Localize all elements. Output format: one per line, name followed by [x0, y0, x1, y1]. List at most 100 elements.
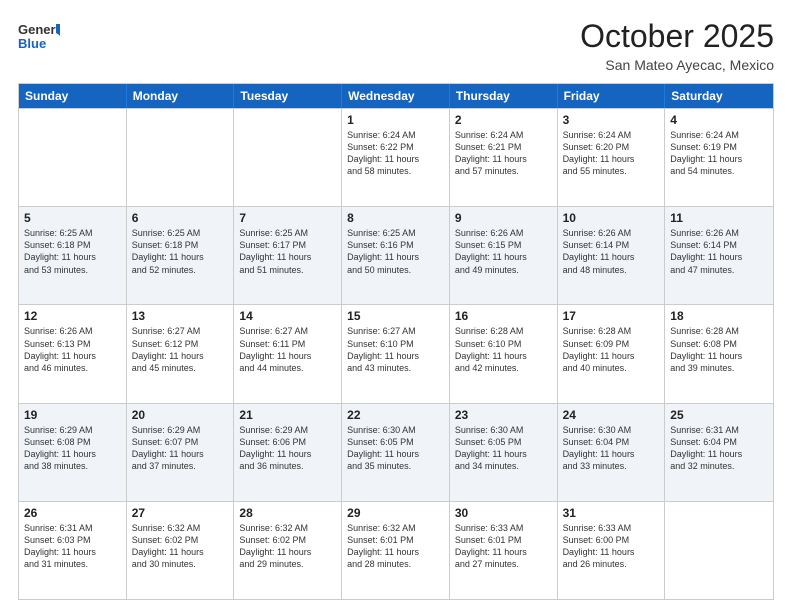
cell-info: Sunrise: 6:25 AM Sunset: 6:18 PM Dayligh…: [24, 227, 121, 276]
day-number: 25: [670, 408, 768, 422]
calendar-cell: 7 Sunrise: 6:25 AM Sunset: 6:17 PM Daylig…: [234, 207, 342, 304]
cell-info: Sunrise: 6:28 AM Sunset: 6:09 PM Dayligh…: [563, 325, 660, 374]
calendar-cell: 31 Sunrise: 6:33 AM Sunset: 6:00 PM Dayli…: [558, 502, 666, 599]
day-number: 17: [563, 309, 660, 323]
cell-info: Sunrise: 6:31 AM Sunset: 6:03 PM Dayligh…: [24, 522, 121, 571]
logo: General Blue: [18, 18, 60, 54]
calendar-cell: 17 Sunrise: 6:28 AM Sunset: 6:09 PM Dayli…: [558, 305, 666, 402]
cell-info: Sunrise: 6:31 AM Sunset: 6:04 PM Dayligh…: [670, 424, 768, 473]
cell-info: Sunrise: 6:30 AM Sunset: 6:05 PM Dayligh…: [455, 424, 552, 473]
calendar-body: 1 Sunrise: 6:24 AM Sunset: 6:22 PM Daylig…: [19, 108, 773, 599]
day-number: 12: [24, 309, 121, 323]
cell-info: Sunrise: 6:25 AM Sunset: 6:17 PM Dayligh…: [239, 227, 336, 276]
calendar-cell: 9 Sunrise: 6:26 AM Sunset: 6:15 PM Daylig…: [450, 207, 558, 304]
calendar: SundayMondayTuesdayWednesdayThursdayFrid…: [18, 83, 774, 600]
cell-info: Sunrise: 6:26 AM Sunset: 6:13 PM Dayligh…: [24, 325, 121, 374]
calendar-cell: 8 Sunrise: 6:25 AM Sunset: 6:16 PM Daylig…: [342, 207, 450, 304]
cell-info: Sunrise: 6:24 AM Sunset: 6:22 PM Dayligh…: [347, 129, 444, 178]
calendar-cell: 18 Sunrise: 6:28 AM Sunset: 6:08 PM Dayli…: [665, 305, 773, 402]
day-number: 6: [132, 211, 229, 225]
calendar-header-sunday: Sunday: [19, 84, 127, 108]
calendar-cell: 2Sunrise: 6:24 AM Sunset: 6:21 PM Daylig…: [450, 109, 558, 206]
page: General Blue October 2025 San Mateo Ayec…: [0, 0, 792, 612]
day-number: 15: [347, 309, 444, 323]
calendar-row-3: 12 Sunrise: 6:26 AM Sunset: 6:13 PM Dayli…: [19, 304, 773, 402]
logo-svg: General Blue: [18, 18, 60, 54]
day-number: 5: [24, 211, 121, 225]
header: General Blue October 2025 San Mateo Ayec…: [18, 18, 774, 73]
day-number: 13: [132, 309, 229, 323]
day-number: 24: [563, 408, 660, 422]
cell-info: Sunrise: 6:24 AM Sunset: 6:19 PM Dayligh…: [670, 129, 768, 178]
calendar-cell: 22 Sunrise: 6:30 AM Sunset: 6:05 PM Dayli…: [342, 404, 450, 501]
day-number: 27: [132, 506, 229, 520]
calendar-cell: 13Sunrise: 6:27 AM Sunset: 6:12 PM Dayli…: [127, 305, 235, 402]
day-number: 8: [347, 211, 444, 225]
day-number: 9: [455, 211, 552, 225]
day-number: 16: [455, 309, 552, 323]
cell-info: Sunrise: 6:32 AM Sunset: 6:02 PM Dayligh…: [239, 522, 336, 571]
cell-info: Sunrise: 6:25 AM Sunset: 6:16 PM Dayligh…: [347, 227, 444, 276]
day-number: 10: [563, 211, 660, 225]
day-number: 1: [347, 113, 444, 127]
calendar-row-1: 1 Sunrise: 6:24 AM Sunset: 6:22 PM Daylig…: [19, 108, 773, 206]
calendar-cell: [234, 109, 342, 206]
calendar-header-wednesday: Wednesday: [342, 84, 450, 108]
calendar-cell: 21 Sunrise: 6:29 AM Sunset: 6:06 PM Dayli…: [234, 404, 342, 501]
cell-info: Sunrise: 6:29 AM Sunset: 6:08 PM Dayligh…: [24, 424, 121, 473]
day-number: 31: [563, 506, 660, 520]
calendar-header-saturday: Saturday: [665, 84, 773, 108]
calendar-header-friday: Friday: [558, 84, 666, 108]
cell-info: Sunrise: 6:33 AM Sunset: 6:01 PM Dayligh…: [455, 522, 552, 571]
month-title: October 2025: [580, 18, 774, 55]
calendar-cell: 24 Sunrise: 6:30 AM Sunset: 6:04 PM Dayli…: [558, 404, 666, 501]
cell-info: Sunrise: 6:32 AM Sunset: 6:02 PM Dayligh…: [132, 522, 229, 571]
cell-info: Sunrise: 6:33 AM Sunset: 6:00 PM Dayligh…: [563, 522, 660, 571]
cell-info: Sunrise: 6:29 AM Sunset: 6:06 PM Dayligh…: [239, 424, 336, 473]
calendar-cell: 12 Sunrise: 6:26 AM Sunset: 6:13 PM Dayli…: [19, 305, 127, 402]
calendar-row-5: 26Sunrise: 6:31 AM Sunset: 6:03 PM Dayli…: [19, 501, 773, 599]
calendar-cell: 16 Sunrise: 6:28 AM Sunset: 6:10 PM Dayli…: [450, 305, 558, 402]
day-number: 2: [455, 113, 552, 127]
day-number: 3: [563, 113, 660, 127]
calendar-cell: 25 Sunrise: 6:31 AM Sunset: 6:04 PM Dayli…: [665, 404, 773, 501]
cell-info: Sunrise: 6:30 AM Sunset: 6:04 PM Dayligh…: [563, 424, 660, 473]
day-number: 21: [239, 408, 336, 422]
calendar-cell: [665, 502, 773, 599]
location: San Mateo Ayecac, Mexico: [580, 57, 774, 73]
cell-info: Sunrise: 6:30 AM Sunset: 6:05 PM Dayligh…: [347, 424, 444, 473]
day-number: 19: [24, 408, 121, 422]
cell-info: Sunrise: 6:27 AM Sunset: 6:11 PM Dayligh…: [239, 325, 336, 374]
day-number: 28: [239, 506, 336, 520]
calendar-cell: 29Sunrise: 6:32 AM Sunset: 6:01 PM Dayli…: [342, 502, 450, 599]
day-number: 18: [670, 309, 768, 323]
cell-info: Sunrise: 6:28 AM Sunset: 6:08 PM Dayligh…: [670, 325, 768, 374]
calendar-cell: 6Sunrise: 6:25 AM Sunset: 6:18 PM Daylig…: [127, 207, 235, 304]
calendar-header-monday: Monday: [127, 84, 235, 108]
day-number: 4: [670, 113, 768, 127]
calendar-header: SundayMondayTuesdayWednesdayThursdayFrid…: [19, 84, 773, 108]
day-number: 11: [670, 211, 768, 225]
cell-info: Sunrise: 6:26 AM Sunset: 6:14 PM Dayligh…: [670, 227, 768, 276]
cell-info: Sunrise: 6:26 AM Sunset: 6:15 PM Dayligh…: [455, 227, 552, 276]
day-number: 30: [455, 506, 552, 520]
calendar-row-2: 5 Sunrise: 6:25 AM Sunset: 6:18 PM Daylig…: [19, 206, 773, 304]
cell-info: Sunrise: 6:24 AM Sunset: 6:20 PM Dayligh…: [563, 129, 660, 178]
calendar-cell: 15 Sunrise: 6:27 AM Sunset: 6:10 PM Dayli…: [342, 305, 450, 402]
calendar-cell: 28 Sunrise: 6:32 AM Sunset: 6:02 PM Dayli…: [234, 502, 342, 599]
cell-info: Sunrise: 6:28 AM Sunset: 6:10 PM Dayligh…: [455, 325, 552, 374]
calendar-cell: 3 Sunrise: 6:24 AM Sunset: 6:20 PM Daylig…: [558, 109, 666, 206]
cell-info: Sunrise: 6:27 AM Sunset: 6:10 PM Dayligh…: [347, 325, 444, 374]
svg-text:General: General: [18, 22, 60, 37]
calendar-cell: 20Sunrise: 6:29 AM Sunset: 6:07 PM Dayli…: [127, 404, 235, 501]
calendar-cell: [19, 109, 127, 206]
calendar-cell: 1 Sunrise: 6:24 AM Sunset: 6:22 PM Daylig…: [342, 109, 450, 206]
cell-info: Sunrise: 6:26 AM Sunset: 6:14 PM Dayligh…: [563, 227, 660, 276]
day-number: 29: [347, 506, 444, 520]
cell-info: Sunrise: 6:29 AM Sunset: 6:07 PM Dayligh…: [132, 424, 229, 473]
day-number: 7: [239, 211, 336, 225]
calendar-header-tuesday: Tuesday: [234, 84, 342, 108]
calendar-cell: 19 Sunrise: 6:29 AM Sunset: 6:08 PM Dayli…: [19, 404, 127, 501]
svg-text:Blue: Blue: [18, 36, 46, 51]
day-number: 22: [347, 408, 444, 422]
